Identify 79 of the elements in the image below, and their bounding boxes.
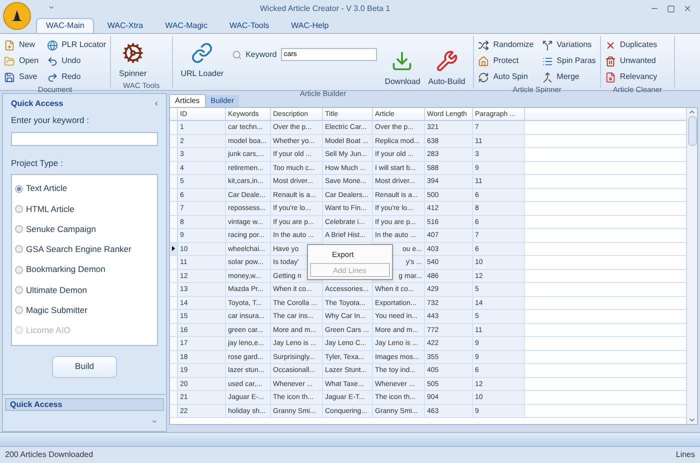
ribbon-tab[interactable]: WAC-Xtra [98,18,152,33]
ribbon-tab[interactable]: WAC-Magic [156,18,216,33]
download-icon [391,50,414,72]
restore-icon[interactable] [667,4,675,12]
file-cross-icon [604,72,616,82]
ribbon-button[interactable]: Unwanted [604,54,658,68]
ribbon-button[interactable]: New [4,38,39,52]
ribbon-button[interactable]: PLR Locator [46,38,106,52]
window-title: Wicked Article Creator - V 3.0 Beta 1 [260,2,390,14]
project-type-label: Project Type : [11,156,64,170]
quick-toolbar-caret-icon[interactable] [48,4,55,11]
house-icon [478,56,490,66]
radio-button[interactable] [15,184,23,193]
radio-option[interactable]: Magic Submitter [15,304,154,316]
status-text: Lines [676,449,695,461]
wrench-icon [436,50,458,72]
ribbon-large-button[interactable]: Auto-Build [428,38,466,88]
witch-hat-icon [10,9,24,23]
radio-button[interactable] [15,225,23,234]
radio-option[interactable]: Senuke Campaign [15,222,154,236]
radio-button[interactable] [15,266,23,274]
ribbon-button[interactable]: Save [4,70,39,84]
collapse-button[interactable]: ‹ [155,96,158,110]
ribbon-button[interactable]: Duplicates [604,38,658,52]
scroll-down-icon[interactable] [688,416,696,424]
radio-option[interactable]: GSA Search Engine Ranker [15,243,154,256]
radio-option[interactable]: HTML Article [15,202,154,216]
ribbon-button[interactable]: Merge [542,70,596,84]
new-file-icon [4,40,15,50]
row-header[interactable] [170,242,178,255]
status-text: 200 Articles Downloaded [5,449,94,461]
radio-option[interactable]: Bookmarking Demon [15,263,154,276]
globe-icon [46,40,58,50]
ribbon-button[interactable]: Protect [478,54,534,68]
app-logo[interactable] [3,2,31,30]
scroll-up-icon[interactable] [688,108,696,116]
ribbon-tab[interactable]: WAC-Help [282,18,338,33]
ribbon-large-button[interactable]: Spinner [119,38,147,80]
radio-option[interactable]: Text Article [15,182,154,195]
ribbon-tab[interactable]: WAC-Tools [220,18,278,33]
ribbon-button[interactable]: Variations [542,38,596,52]
cross-icon [604,40,616,50]
ribbon-button[interactable]: Relevancy [604,70,658,84]
radio-button[interactable] [15,245,23,254]
ribbon-button[interactable]: Randomize [478,38,534,52]
radio-button[interactable] [15,204,23,213]
scrollbar-thumb[interactable] [688,116,696,146]
redo-icon [46,72,58,82]
row-pointer-icon [172,246,175,252]
link-icon [191,42,214,64]
close-icon[interactable] [683,4,692,13]
gear-icon [122,42,144,64]
refresh-icon [478,72,490,82]
radio-button[interactable] [15,306,23,314]
keyword-field[interactable] [11,132,158,146]
ribbon-button[interactable]: Spin Paras [542,54,596,68]
panel-title: Quick Access [11,98,64,110]
split-icon [542,40,553,50]
trash-icon [604,56,616,66]
ribbon-button[interactable]: Auto Spin [478,70,534,84]
ribbon-button[interactable]: Redo [46,70,106,84]
keyword-label: Keyword [246,48,277,60]
build-button[interactable]: Build [52,356,117,378]
ribbon-button[interactable]: Open [4,54,39,68]
ribbon-tab[interactable]: WAC-Main [36,18,94,33]
undo-icon [46,56,58,66]
floppy-icon [4,72,15,82]
search-icon [232,50,242,60]
keyword-label: Enter your keyword : [11,114,90,127]
merge-icon [542,72,553,82]
ribbon-large-button[interactable]: Download [384,38,420,88]
shuffle-icon [478,40,490,50]
folder-icon [4,56,15,66]
radio-option[interactable]: Ultimate Demon [15,284,154,296]
ribbon-button[interactable]: Undo [46,54,106,68]
ribbon-large-button[interactable]: URL Loader [180,38,224,80]
panel-footer-bar[interactable]: Quick Access [5,398,164,411]
dropdown-caret-icon[interactable] [151,418,158,424]
radio-button[interactable] [15,286,23,294]
